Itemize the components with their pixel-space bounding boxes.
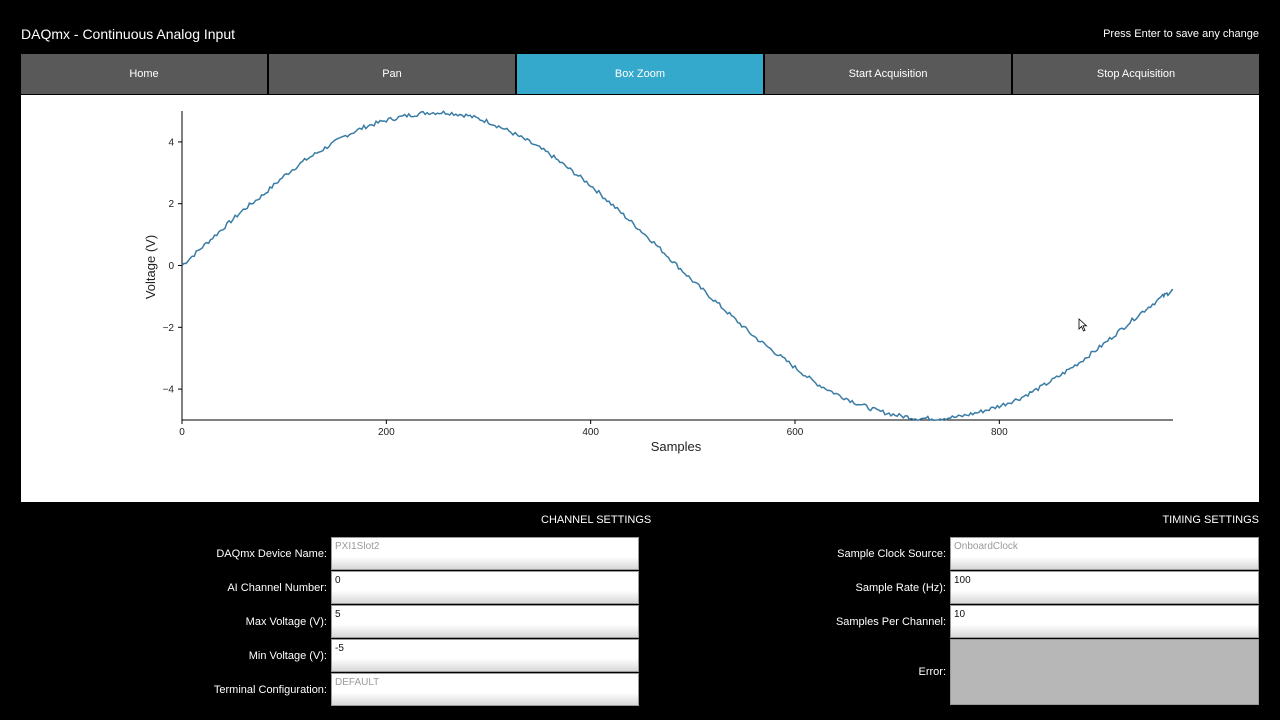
sample-rate-field[interactable]: 100 xyxy=(950,571,1259,604)
max-voltage-label: Max Voltage (V): xyxy=(245,616,327,628)
mouse-pointer-icon xyxy=(1078,318,1088,332)
home-button[interactable]: Home xyxy=(21,54,269,94)
y-tick-label: 2 xyxy=(168,199,174,210)
samples-per-channel-field[interactable]: 10 xyxy=(950,605,1259,638)
error-label: Error: xyxy=(918,666,947,678)
y-axis-label: Voltage (V) xyxy=(143,235,158,299)
max-voltage-field[interactable]: 5 xyxy=(331,605,639,638)
y-tick-label: −2 xyxy=(163,323,175,334)
device-name-label: DAQmx Device Name: xyxy=(216,548,327,560)
y-tick-label: 0 xyxy=(168,261,174,272)
terminal-config-label: Terminal Configuration: xyxy=(213,684,327,696)
series-line xyxy=(181,110,1174,422)
box-zoom-button[interactable]: Box Zoom xyxy=(517,54,765,94)
terminal-config-field[interactable]: DEFAULT xyxy=(331,673,639,706)
ai-channel-label: AI Channel Number: xyxy=(227,582,327,594)
device-name-field[interactable]: PXI1Slot2 xyxy=(331,537,639,570)
app-title: DAQmx - Continuous Analog Input xyxy=(21,26,236,42)
x-tick-label: 400 xyxy=(582,427,599,438)
x-tick-label: 200 xyxy=(378,427,395,438)
error-field xyxy=(950,639,1259,705)
min-voltage-label: Min Voltage (V): xyxy=(248,650,327,662)
plot-area[interactable]: 0 200 400 600 800 4 2 0 −2 −4 Samples Voltage (V) xyxy=(21,95,1259,502)
x-tick-label: 0 xyxy=(179,427,185,438)
save-hint: Press Enter to save any change xyxy=(1103,28,1259,40)
x-tick-label: 800 xyxy=(991,427,1008,438)
x-axis-label: Samples xyxy=(651,439,702,454)
clock-source-label: Sample Clock Source: xyxy=(837,548,946,560)
toolbar: Home Pan Box Zoom Start Acquisition Stop… xyxy=(21,54,1259,94)
x-tick-label: 600 xyxy=(787,427,804,438)
ai-channel-field[interactable]: 0 xyxy=(331,571,639,604)
samples-per-channel-label: Samples Per Channel: xyxy=(835,616,946,628)
voltage-chart[interactable]: 0 200 400 600 800 4 2 0 −2 −4 Samples Voltage (V) xyxy=(21,95,1259,502)
y-tick-label: 4 xyxy=(168,137,174,148)
min-voltage-field[interactable]: -5 xyxy=(331,639,639,672)
start-acquisition-button[interactable]: Start Acquisition xyxy=(765,54,1013,94)
stop-acquisition-button[interactable]: Stop Acquisition xyxy=(1013,54,1259,94)
channel-settings-title: CHANNEL SETTINGS xyxy=(541,514,652,526)
pan-button[interactable]: Pan xyxy=(269,54,517,94)
y-tick-label: −4 xyxy=(163,385,175,396)
clock-source-field[interactable]: OnboardClock xyxy=(950,537,1259,570)
timing-settings-title: TIMING SETTINGS xyxy=(1162,514,1259,526)
sample-rate-label: Sample Rate (Hz): xyxy=(855,582,946,594)
